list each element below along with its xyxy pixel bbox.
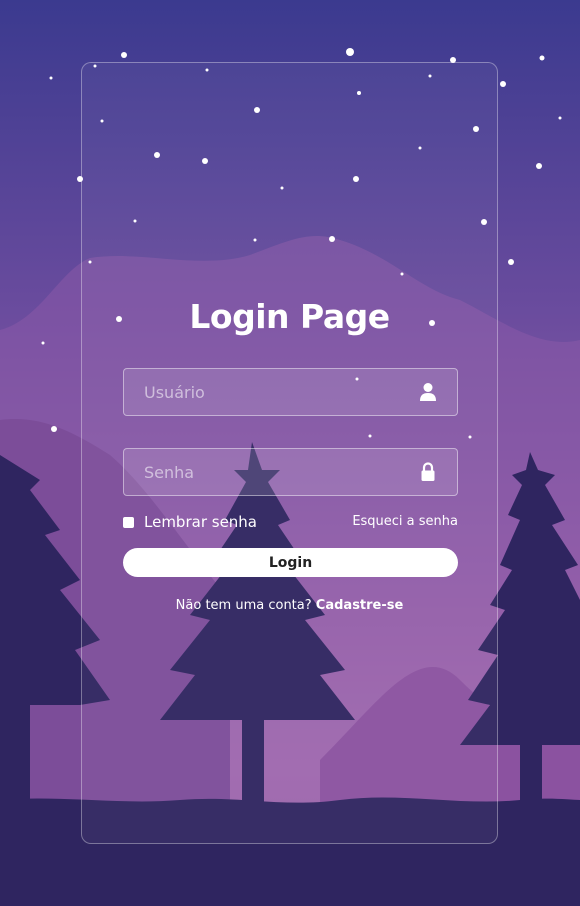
remember-label: Lembrar senha bbox=[144, 513, 257, 531]
username-field[interactable] bbox=[123, 368, 458, 416]
page-title: Login Page bbox=[189, 297, 390, 336]
remember-checkbox[interactable] bbox=[123, 516, 134, 528]
password-input[interactable] bbox=[124, 449, 457, 495]
forgot-password-link[interactable]: Esqueci a senha bbox=[352, 514, 458, 529]
login-card: Login Page Lembrar senha Esqueci a senha… bbox=[81, 62, 498, 844]
lock-icon bbox=[421, 462, 435, 481]
password-field[interactable] bbox=[123, 448, 458, 496]
remember-me[interactable]: Lembrar senha bbox=[123, 513, 257, 531]
username-input[interactable] bbox=[124, 369, 457, 415]
signup-prompt-text: Não tem uma conta? bbox=[175, 598, 312, 613]
user-icon bbox=[420, 383, 436, 401]
login-scene: Login Page Lembrar senha Esqueci a senha… bbox=[0, 0, 580, 906]
login-button[interactable]: Login bbox=[123, 548, 458, 577]
login-options: Lembrar senha Esqueci a senha bbox=[123, 513, 458, 535]
signup-link[interactable]: Cadastre-se bbox=[316, 598, 404, 613]
signup-prompt: Não tem uma conta? Cadastre-se bbox=[82, 598, 497, 613]
